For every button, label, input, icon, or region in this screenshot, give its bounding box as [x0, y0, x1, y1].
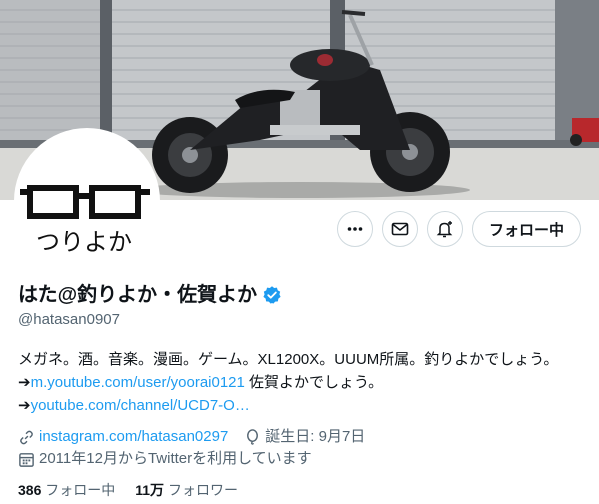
link-icon: [20, 430, 33, 444]
website-link[interactable]: instagram.com/hatasan0297: [39, 426, 228, 448]
avatar-text: つりよか: [36, 228, 132, 256]
arrow-glyph: ➔: [18, 397, 31, 414]
profile-bio: メガネ。酒。音楽。漫画。ゲーム。XL1200X。UUUM所属。釣りよかでしょう。…: [18, 348, 581, 417]
following-count: 386: [18, 482, 42, 498]
following-stat[interactable]: 386 フォロー中: [18, 480, 115, 500]
profile-avatar[interactable]: つりよか: [14, 128, 160, 274]
followers-stat[interactable]: 11万 フォロワー: [135, 480, 238, 500]
following-label: フォロー中: [45, 482, 116, 498]
meta-row-1: instagram.com/hatasan0297 誕生日: 9月7日: [18, 426, 581, 448]
message-button[interactable]: [381, 211, 418, 247]
joined-text: 2011年12月からTwitterを利用しています: [39, 450, 312, 467]
bio-link-youtube-channel[interactable]: youtube.com/channel/UCD7-O…: [31, 397, 250, 414]
mail-icon: [391, 222, 409, 236]
meta-row-2: 2011年12月からTwitterを利用しています: [18, 448, 581, 470]
more-dots-icon: [347, 227, 363, 231]
profile-info: はた@釣りよか・佐賀よか @hatasan0907 メガネ。酒。音楽。漫画。ゲー…: [18, 282, 581, 470]
profile-actions: フォロー中: [336, 211, 581, 247]
calendar-icon: [19, 452, 34, 467]
birthday-item: 誕生日: 9月7日: [244, 426, 365, 448]
followers-label: フォロワー: [167, 482, 238, 498]
bell-plus-icon: [436, 221, 453, 238]
following-button[interactable]: フォロー中: [471, 211, 581, 247]
bio-line-2-suffix: 佐賀よかでしょう。: [244, 374, 384, 391]
arrow-glyph: ➔: [18, 374, 31, 391]
balloon-icon: [247, 428, 259, 445]
user-handle: @hatasan0907: [18, 311, 120, 328]
followers-count: 11万: [135, 482, 165, 498]
glasses-logo-icon: つりよか: [18, 132, 156, 270]
notifications-button[interactable]: [426, 211, 463, 247]
joined-item: 2011年12月からTwitterを利用しています: [18, 448, 312, 470]
display-name: はた@釣りよか・佐賀よか: [18, 284, 258, 306]
profile-meta: instagram.com/hatasan0297 誕生日: 9月7日 2011…: [18, 426, 581, 470]
bio-line-1: メガネ。酒。音楽。漫画。ゲーム。XL1200X。UUUM所属。釣りよかでしょう。: [18, 351, 559, 368]
bio-link-youtube-user[interactable]: m.youtube.com/user/yoorai0121: [31, 374, 245, 391]
verified-badge-icon[interactable]: [262, 285, 282, 305]
bio-line-2: ➔m.youtube.com/user/yoorai0121 佐賀よかでしょう。: [18, 371, 581, 394]
website-item: instagram.com/hatasan0297: [18, 426, 228, 448]
birthday-text: 誕生日: 9月7日: [265, 428, 366, 445]
follow-stats: 386 フォロー中 11万 フォロワー: [18, 480, 238, 500]
name-row: はた@釣りよか・佐賀よか: [18, 282, 581, 308]
more-button[interactable]: [336, 211, 373, 247]
bio-line-3: ➔youtube.com/channel/UCD7-O…: [18, 394, 581, 417]
